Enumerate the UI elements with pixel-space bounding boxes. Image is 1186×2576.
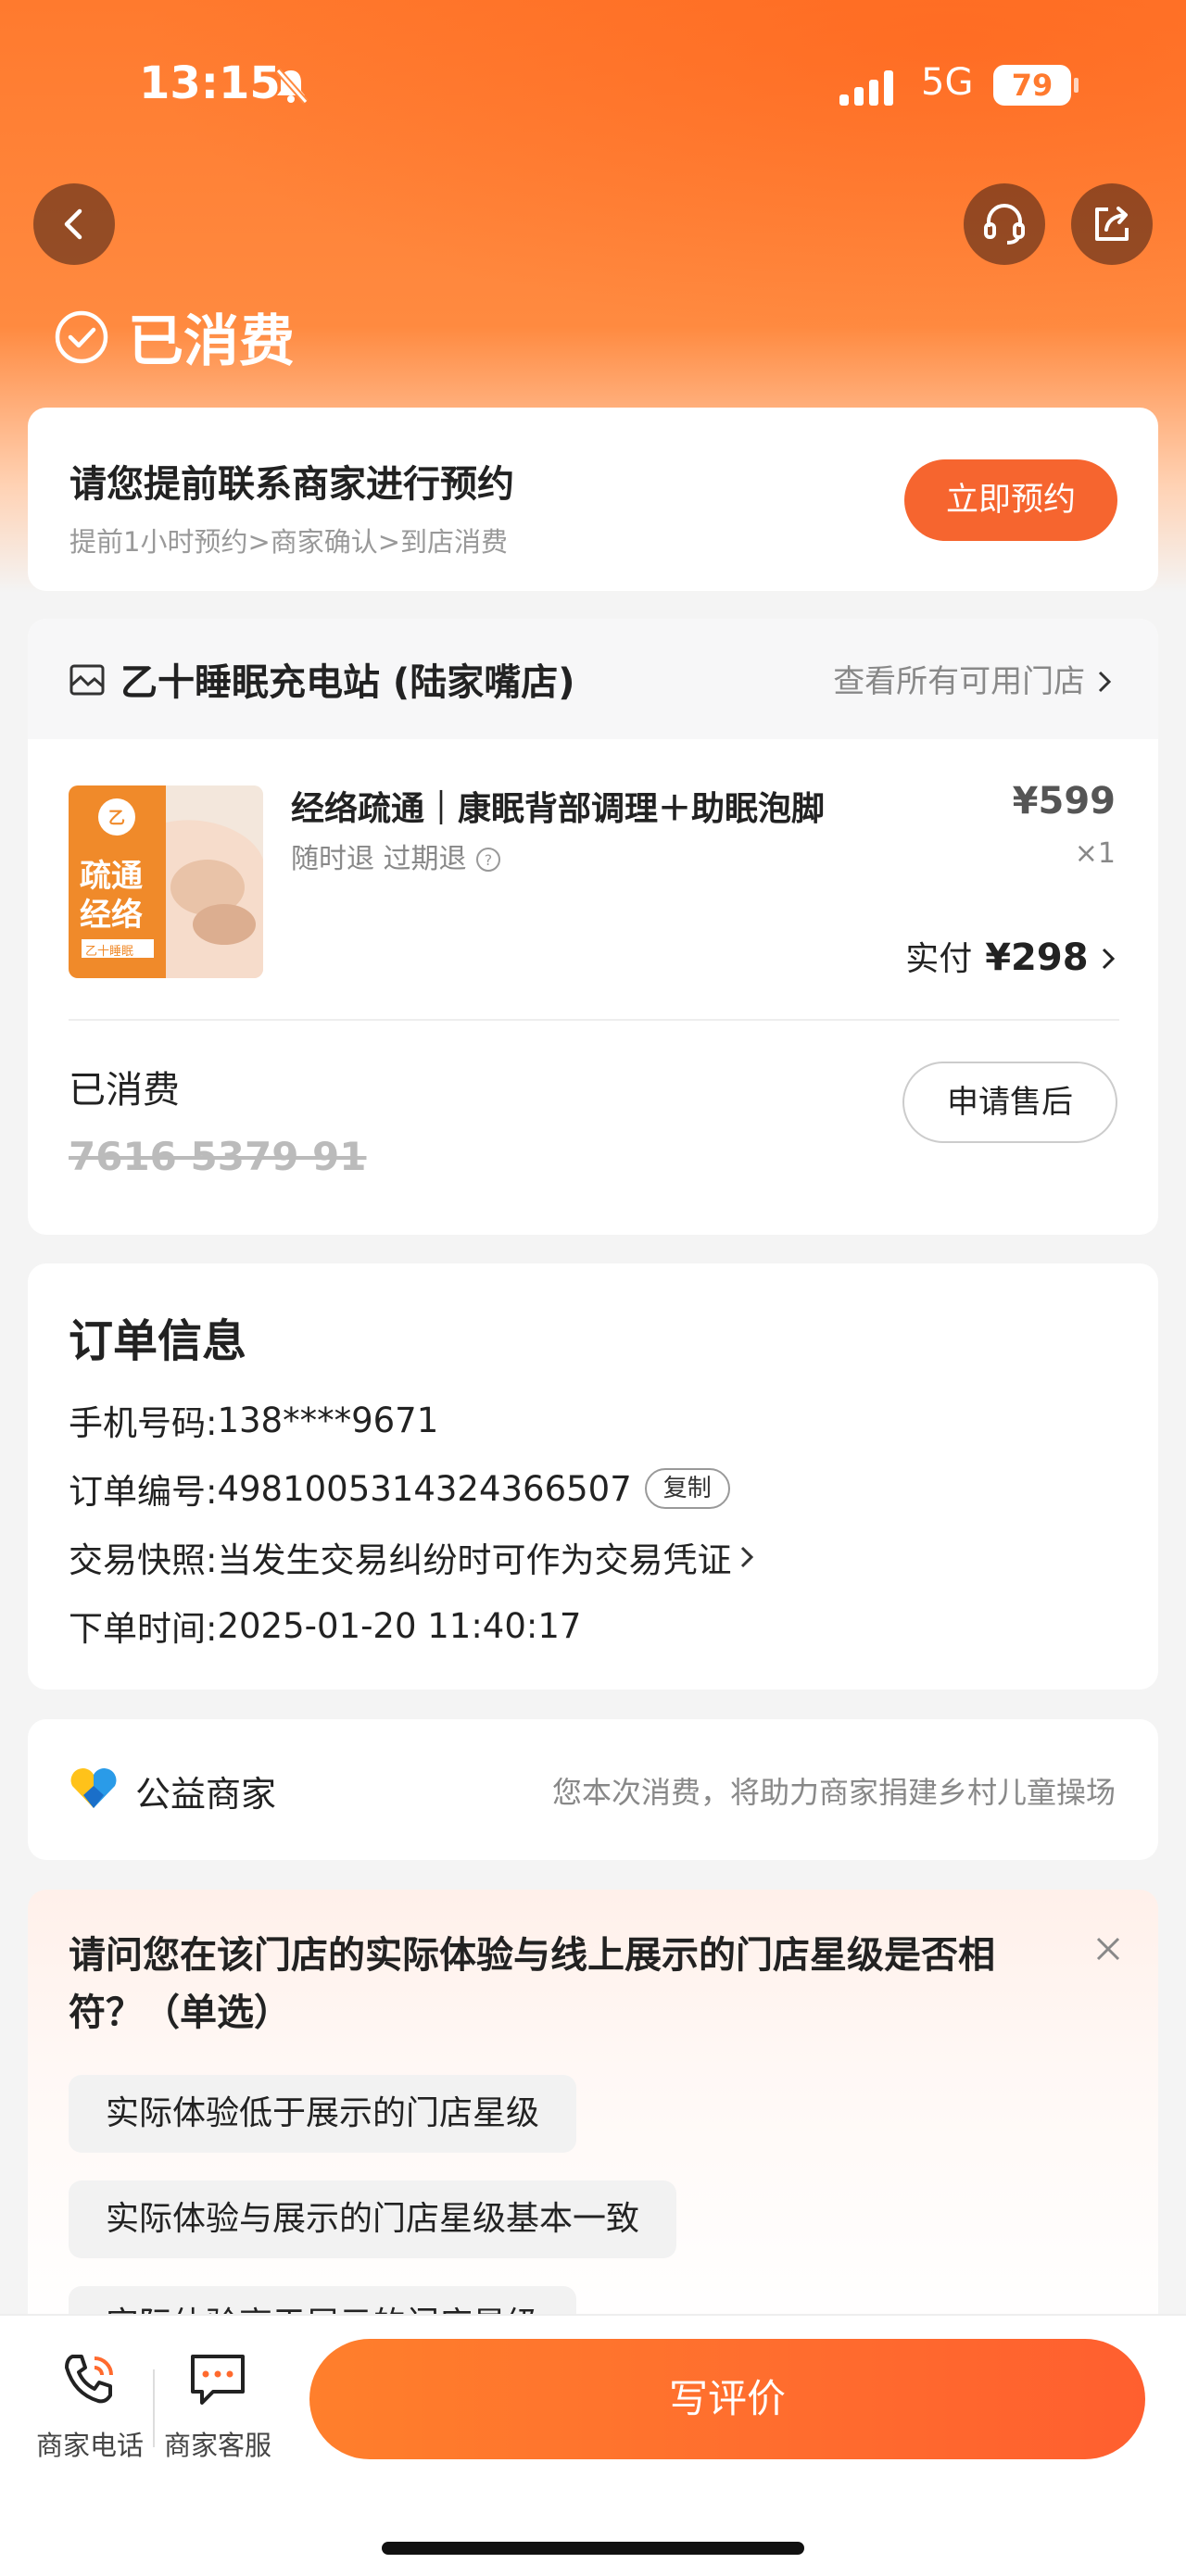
snapshot-value: 当发生交易纠纷时可作为交易凭证 bbox=[217, 1540, 732, 1580]
chat-icon bbox=[191, 2355, 245, 2405]
after-sale-button[interactable]: 申请售后 bbox=[902, 1062, 1117, 1143]
voucher-code: 7616 5379 91 bbox=[69, 1134, 367, 1179]
product-name[interactable]: 经络疏通｜康眠背部调理＋助眠泡脚 bbox=[291, 782, 825, 830]
order-number-label: 订单编号: bbox=[69, 1472, 218, 1512]
product-image-text: 经络 bbox=[80, 897, 143, 934]
merchant-phone-button[interactable]: 商家电话 bbox=[30, 2347, 150, 2463]
order-number-value: 4981005314324366507 bbox=[217, 1468, 632, 1509]
battery-icon: 79 bbox=[993, 65, 1079, 106]
chevron-right-icon bbox=[1098, 671, 1112, 693]
paid-label: 实付 bbox=[905, 940, 973, 978]
svg-text:乙: 乙 bbox=[108, 809, 125, 828]
survey-question: 请问您在该门店的实际体验与线上展示的门店星级是否相符？（单选） bbox=[69, 1934, 995, 2034]
copy-button[interactable]: 复制 bbox=[644, 1468, 730, 1509]
chevron-right-icon bbox=[741, 1546, 754, 1568]
network-type: 5G bbox=[921, 61, 974, 104]
bottom-action-bar: 商家电话 商家客服 写评价 bbox=[0, 2314, 1186, 2576]
order-info-card: 订单信息 手机号码: 138****9671 订单编号: 4981005314324… bbox=[28, 1263, 1158, 1690]
order-time-row: 下单时间: 2025-01-20 11:40:17 bbox=[69, 1601, 581, 1651]
product-image[interactable]: 乙 疏通 经络 乙十睡眠 bbox=[69, 785, 263, 978]
snapshot-row[interactable]: 交易快照: 当发生交易纠纷时可作为交易凭证 bbox=[69, 1532, 757, 1582]
merchant-phone-label: 商家电话 bbox=[35, 2430, 144, 2461]
paid-value: ¥298 bbox=[985, 936, 1089, 979]
view-all-stores-link[interactable]: 查看所有可用门店 bbox=[833, 656, 1114, 701]
signal-icon bbox=[839, 70, 893, 106]
charity-description: 您本次消费，将助力商家捐建乡村儿童操场 bbox=[551, 1775, 1116, 1810]
write-review-button[interactable]: 写评价 bbox=[309, 2339, 1145, 2459]
appointment-title: 请您提前联系商家进行预约 bbox=[69, 463, 514, 506]
mute-bell-icon bbox=[271, 65, 311, 109]
refund-tags-label: 随时退 过期退 bbox=[291, 843, 467, 875]
headset-icon bbox=[984, 204, 1025, 245]
shop-icon bbox=[69, 664, 105, 696]
paid-amount[interactable]: 实付 ¥298 bbox=[905, 932, 1117, 980]
order-time-value: 2025-01-20 11:40:17 bbox=[217, 1605, 582, 1646]
view-all-stores-label: 查看所有可用门店 bbox=[833, 663, 1086, 700]
info-icon[interactable]: ? bbox=[475, 847, 501, 873]
appointment-card: 请您提前联系商家进行预约 提前1小时预约>商家确认>到店消费 立即预约 bbox=[28, 408, 1158, 591]
status-label: 已消费 bbox=[128, 309, 295, 374]
shop-name: 乙十睡眠充电站 (陆家嘴店) bbox=[120, 661, 575, 704]
status-bar: 13:15 5G 79 bbox=[0, 54, 1186, 119]
shop-header[interactable]: 乙十睡眠充电站 (陆家嘴店) 查看所有可用门店 bbox=[28, 619, 1158, 739]
order-status-title: 已消费 bbox=[54, 296, 295, 377]
quantity: ×1 bbox=[1074, 837, 1116, 870]
home-indicator[interactable] bbox=[382, 2542, 804, 2555]
phone-label: 手机号码: bbox=[69, 1403, 218, 1443]
chevron-left-icon bbox=[64, 208, 82, 240]
close-icon[interactable] bbox=[1093, 1934, 1123, 1964]
check-circle-icon bbox=[55, 310, 108, 363]
original-price: ¥599 bbox=[1012, 780, 1116, 823]
book-now-button[interactable]: 立即预约 bbox=[904, 459, 1117, 541]
svg-text:?: ? bbox=[485, 851, 493, 869]
back-button[interactable] bbox=[33, 183, 115, 265]
charity-name: 公益商家 bbox=[135, 1774, 277, 1815]
phone-row: 手机号码: 138****9671 bbox=[69, 1395, 438, 1445]
consumed-label: 已消费 bbox=[69, 1069, 180, 1112]
merchant-service-button[interactable]: 商家客服 bbox=[158, 2347, 278, 2463]
survey-option[interactable]: 实际体验与展示的门店星级基本一致 bbox=[69, 2180, 677, 2258]
order-time-label: 下单时间: bbox=[69, 1609, 218, 1649]
refund-tags: 随时退 过期退 ? bbox=[291, 836, 501, 876]
appointment-steps: 提前1小时预约>商家确认>到店消费 bbox=[69, 526, 509, 558]
share-button[interactable] bbox=[1071, 183, 1153, 265]
share-icon bbox=[1095, 207, 1129, 241]
charity-heart-icon bbox=[70, 1768, 117, 1808]
customer-service-button[interactable] bbox=[964, 183, 1045, 265]
product-image-logo: 乙十睡眠 bbox=[85, 945, 134, 959]
chevron-right-icon bbox=[1102, 948, 1116, 970]
merchant-service-label: 商家客服 bbox=[163, 2430, 271, 2461]
phone-value: 138****9671 bbox=[217, 1400, 439, 1440]
order-info-title: 订单信息 bbox=[69, 1315, 247, 1367]
snapshot-label: 交易快照: bbox=[69, 1540, 218, 1580]
survey-option[interactable]: 实际体验低于展示的门店星级 bbox=[69, 2075, 577, 2153]
phone-icon bbox=[65, 2355, 113, 2404]
charity-card[interactable]: 公益商家 您本次消费，将助力商家捐建乡村儿童操场 bbox=[28, 1719, 1158, 1860]
survey-card: 请问您在该门店的实际体验与线上展示的门店星级是否相符？（单选） 实际体验低于展示… bbox=[28, 1890, 1158, 2364]
order-number-row: 订单编号: 4981005314324366507 复制 bbox=[69, 1464, 730, 1514]
divider bbox=[153, 2369, 155, 2447]
divider bbox=[69, 1019, 1119, 1021]
order-card: 乙十睡眠充电站 (陆家嘴店) 查看所有可用门店 乙 疏通 经络 乙十睡眠 经络疏… bbox=[28, 619, 1158, 1235]
status-time: 13:15 bbox=[139, 57, 281, 109]
